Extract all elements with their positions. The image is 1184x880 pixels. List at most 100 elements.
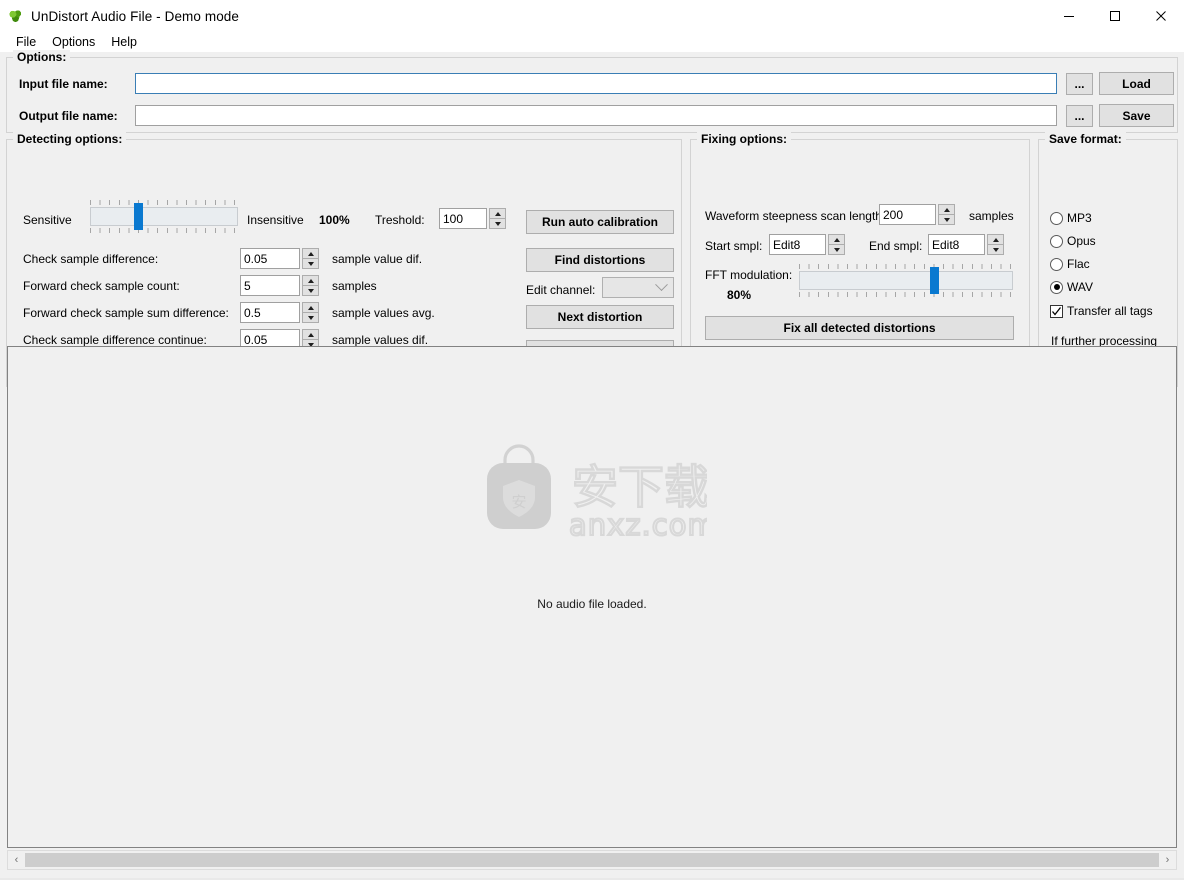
slider-ticks-bottom bbox=[90, 228, 238, 233]
slider-track bbox=[90, 207, 238, 226]
fft-slider-track bbox=[799, 271, 1013, 290]
radio-opus-icon bbox=[1050, 234, 1063, 248]
radio-flac-icon bbox=[1050, 257, 1063, 271]
param-spinner-1-up[interactable] bbox=[302, 275, 319, 285]
run-auto-calibration-button[interactable]: Run auto calibration bbox=[526, 210, 674, 234]
start-smpl-spinner-down[interactable] bbox=[828, 244, 845, 255]
chevron-down-icon bbox=[655, 278, 668, 292]
output-file-label: Output file name: bbox=[19, 109, 118, 123]
end-smpl-spinner-down[interactable] bbox=[987, 244, 1004, 255]
param-spinner-0-up[interactable] bbox=[302, 248, 319, 258]
param-field-2[interactable] bbox=[240, 302, 300, 323]
fft-modulation-value: 80% bbox=[727, 288, 752, 302]
menu-item-options[interactable]: Options bbox=[44, 34, 103, 50]
scroll-right-arrow-icon[interactable]: › bbox=[1159, 851, 1176, 869]
fix-all-distortions-button[interactable]: Fix all detected distortions bbox=[705, 316, 1014, 340]
param-spinner-0[interactable] bbox=[302, 248, 319, 269]
start-smpl-spinner[interactable] bbox=[828, 234, 845, 255]
param-spinner-1[interactable] bbox=[302, 275, 319, 296]
param-unit-2: sample values avg. bbox=[332, 306, 435, 320]
threshold-spinner[interactable] bbox=[489, 208, 506, 229]
insensitive-label: Insensitive bbox=[247, 213, 304, 227]
svg-text:anxz.com: anxz.com bbox=[569, 508, 707, 542]
input-browse-button[interactable]: ... bbox=[1066, 73, 1093, 95]
svg-text:安: 安 bbox=[511, 493, 526, 511]
watermark-logo: 安 安下载 anxz.com bbox=[477, 435, 717, 548]
window-controls bbox=[1046, 0, 1184, 32]
param-spinner-3-up[interactable] bbox=[302, 329, 319, 339]
output-browse-button[interactable]: ... bbox=[1066, 105, 1093, 127]
end-smpl-spinner[interactable] bbox=[987, 234, 1004, 255]
scan-length-field[interactable] bbox=[879, 204, 936, 225]
transfer-all-tags-label: Transfer all tags bbox=[1067, 304, 1153, 318]
fft-slider-thumb[interactable] bbox=[930, 267, 939, 294]
param-spinner-2-up[interactable] bbox=[302, 302, 319, 312]
param-unit-1: samples bbox=[332, 279, 377, 293]
radio-flac-label: Flac bbox=[1067, 257, 1090, 271]
close-icon[interactable] bbox=[1138, 0, 1184, 32]
scan-length-spinner[interactable] bbox=[938, 204, 955, 225]
threshold-spinner-up[interactable] bbox=[489, 208, 506, 218]
param-label-1: Forward check sample count: bbox=[23, 279, 180, 293]
save-format-title: Save format: bbox=[1045, 132, 1126, 146]
radio-mp3-icon bbox=[1050, 211, 1063, 225]
scan-length-spinner-down[interactable] bbox=[938, 214, 955, 225]
slider-thumb[interactable] bbox=[134, 203, 143, 230]
param-spinner-1-down[interactable] bbox=[302, 285, 319, 296]
waveform-panel[interactable]: 安 安下载 anxz.com No audio file loaded. bbox=[7, 346, 1177, 848]
end-smpl-spinner-up[interactable] bbox=[987, 234, 1004, 244]
svg-text:安下载: 安下载 bbox=[572, 460, 707, 514]
scrollbar-thumb[interactable] bbox=[25, 853, 1159, 867]
edit-channel-label: Edit channel: bbox=[526, 283, 596, 297]
menu-item-help[interactable]: Help bbox=[103, 34, 145, 50]
transfer-all-tags-checkbox[interactable]: Transfer all tags bbox=[1050, 304, 1153, 318]
start-smpl-label: Start smpl: bbox=[705, 239, 763, 253]
start-smpl-field[interactable] bbox=[769, 234, 826, 255]
radio-option-mp3[interactable]: MP3 bbox=[1050, 211, 1092, 225]
param-spinner-2[interactable] bbox=[302, 302, 319, 323]
sensitivity-slider[interactable] bbox=[90, 200, 238, 233]
input-file-field[interactable] bbox=[135, 73, 1057, 94]
fft-slider-ticks-top bbox=[799, 264, 1013, 269]
edit-channel-select[interactable] bbox=[602, 277, 674, 298]
end-smpl-field[interactable] bbox=[928, 234, 985, 255]
watermark-svg: 安 安下载 anxz.com bbox=[487, 444, 717, 543]
scan-length-spinner-up[interactable] bbox=[938, 204, 955, 214]
horizontal-scrollbar[interactable]: ‹ › bbox=[7, 850, 1177, 870]
detecting-options-title: Detecting options: bbox=[13, 132, 127, 146]
param-label-0: Check sample difference: bbox=[23, 252, 159, 266]
input-file-label: Input file name: bbox=[19, 77, 108, 91]
threshold-field[interactable] bbox=[439, 208, 487, 229]
radio-wav-icon bbox=[1050, 280, 1063, 294]
find-distortions-button[interactable]: Find distortions bbox=[526, 248, 674, 272]
minimize-icon[interactable] bbox=[1046, 0, 1092, 32]
next-distortion-button[interactable]: Next distortion bbox=[526, 305, 674, 329]
menu-bar: File Options Help bbox=[0, 32, 1184, 52]
fft-slider-ticks-bottom bbox=[799, 292, 1013, 297]
param-spinner-2-down[interactable] bbox=[302, 312, 319, 323]
load-button[interactable]: Load bbox=[1099, 72, 1174, 95]
radio-option-wav[interactable]: WAV bbox=[1050, 280, 1093, 294]
param-label-3: Check sample difference continue: bbox=[23, 333, 207, 347]
checkmark-icon bbox=[1050, 304, 1063, 318]
scroll-left-arrow-icon[interactable]: ‹ bbox=[8, 851, 25, 869]
radio-option-flac[interactable]: Flac bbox=[1050, 257, 1090, 271]
menu-item-file[interactable]: File bbox=[8, 34, 44, 50]
waveform-empty-message: No audio file loaded. bbox=[537, 597, 647, 611]
radio-option-opus[interactable]: Opus bbox=[1050, 234, 1096, 248]
param-spinner-0-down[interactable] bbox=[302, 258, 319, 269]
param-field-1[interactable] bbox=[240, 275, 300, 296]
scan-length-unit: samples bbox=[969, 209, 1014, 223]
param-unit-3: sample values dif. bbox=[332, 333, 429, 347]
maximize-icon[interactable] bbox=[1092, 0, 1138, 32]
app-leaf-icon bbox=[8, 8, 24, 24]
radio-opus-label: Opus bbox=[1067, 234, 1096, 248]
param-field-0[interactable] bbox=[240, 248, 300, 269]
threshold-spinner-down[interactable] bbox=[489, 218, 506, 229]
save-button[interactable]: Save bbox=[1099, 104, 1174, 127]
start-smpl-spinner-up[interactable] bbox=[828, 234, 845, 244]
client-area: Options: Input file name: ... Load Outpu… bbox=[0, 50, 1184, 880]
fft-modulation-slider[interactable] bbox=[799, 264, 1013, 297]
output-file-field[interactable] bbox=[135, 105, 1057, 126]
param-label-2: Forward check sample sum difference: bbox=[23, 306, 229, 320]
